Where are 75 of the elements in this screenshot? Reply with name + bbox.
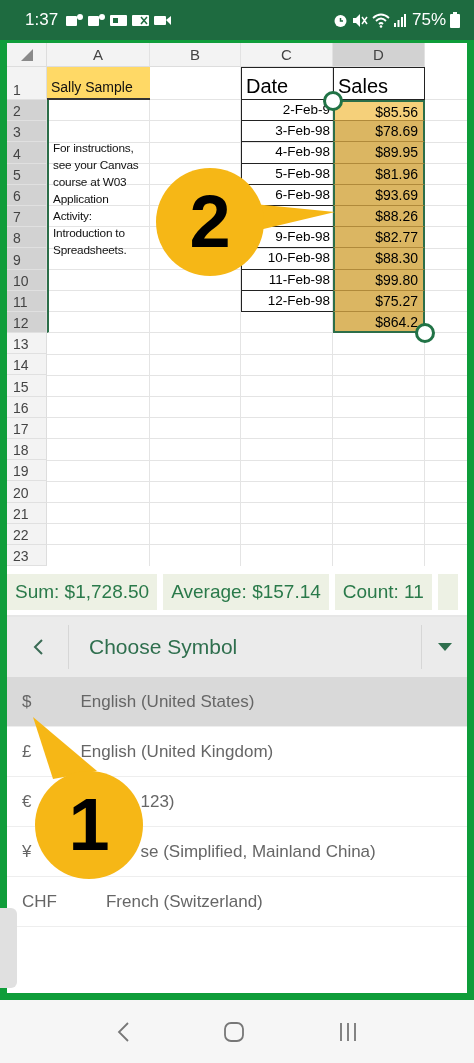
row-number[interactable]: 6 [7, 184, 47, 206]
app-icon [66, 13, 85, 27]
column-header[interactable]: A [47, 43, 150, 67]
caret-icon [437, 643, 452, 651]
locale-label: English (United Kingdom) [80, 741, 274, 762]
row-number[interactable]: 23 [7, 544, 47, 567]
row-number[interactable]: 10 [7, 269, 47, 291]
alarm-clock-icon [332, 12, 348, 28]
column-header[interactable]: D [333, 43, 425, 67]
sales-cell: $88.30 [333, 248, 425, 270]
locale-label: English (United States) [80, 691, 255, 712]
battery-percent: 75% [411, 10, 446, 30]
row-number[interactable]: 5 [7, 163, 47, 185]
row-number[interactable]: 9 [7, 248, 47, 270]
row-number[interactable]: 13 [7, 333, 47, 355]
summary-chip: Sum: $1,728.50 [7, 573, 158, 610]
row-number[interactable]: 18 [7, 439, 47, 461]
panel-title: Choose Symbol [88, 635, 239, 659]
currency-symbol: ¥ [22, 841, 32, 862]
sales-cell: $93.69 [333, 184, 425, 206]
sales-cell: $75.27 [333, 290, 425, 312]
row-number[interactable]: 15 [7, 375, 47, 397]
video-camera-icon [154, 13, 173, 27]
instructions-note: For instructions, see your Canvas course at W03 Application Activity: Introduction to Spreadsheets. [52, 140, 140, 259]
name-cell: Sally Sample [47, 67, 150, 100]
sales-cell: $89.95 [333, 142, 425, 164]
row-number[interactable]: 17 [7, 417, 47, 439]
currency-symbol: CHF [22, 891, 57, 912]
row-number[interactable]: 3 [7, 121, 47, 143]
row-number[interactable]: 2 [7, 100, 47, 122]
row-number[interactable]: 7 [7, 205, 47, 228]
sales-cell: $99.80 [333, 269, 425, 291]
back-icon[interactable] [116, 1020, 131, 1043]
locale-label: French (Switzerland) [105, 891, 263, 912]
sales-cell: $82.77 [333, 227, 425, 249]
locale-label: se (Simplified, Mainland China) [139, 841, 376, 862]
app-icon [88, 13, 107, 27]
corner-triangle-icon [20, 48, 33, 61]
signal-icon [393, 13, 406, 27]
mute-icon [351, 12, 368, 28]
row-number[interactable]: 14 [7, 354, 47, 376]
row-number[interactable]: 20 [7, 481, 47, 503]
locale-label: 123) [139, 791, 175, 812]
wifi-icon [371, 12, 390, 28]
sales-cell: $88.26 [333, 205, 425, 228]
row-number[interactable]: 4 [7, 142, 47, 164]
column-header[interactable]: C [241, 43, 333, 67]
sales-cell: $81.96 [333, 163, 425, 185]
clock-time: 1:37 [25, 10, 59, 30]
row-number[interactable]: 16 [7, 396, 47, 418]
row-number[interactable]: 1 [7, 67, 47, 100]
home-icon[interactable] [223, 1020, 245, 1043]
currency-symbol: € [22, 791, 32, 812]
back-chevron-icon [31, 638, 44, 656]
summary-chip: Count: 11 [334, 573, 432, 610]
row-number[interactable]: 22 [7, 523, 47, 545]
sales-cell: $85.56 [333, 100, 425, 122]
currency-symbol: $ [22, 691, 32, 712]
currency-item[interactable]: $ English (United States) [7, 677, 467, 727]
sales-cell: $78.69 [333, 121, 425, 143]
summary-chip: Average: $157.14 [163, 573, 329, 610]
column-header[interactable]: B [150, 43, 241, 67]
mail-icon [110, 13, 129, 27]
select-all-corner[interactable] [7, 43, 47, 67]
row-number[interactable]: 19 [7, 460, 47, 482]
sales-header: Sales [333, 67, 425, 100]
row-number[interactable]: 21 [7, 502, 47, 524]
summary-chip-edge [437, 573, 458, 610]
recent-apps-icon[interactable] [337, 1021, 358, 1042]
mail-icon [132, 13, 151, 27]
row-number[interactable]: 8 [7, 227, 47, 249]
row-number[interactable]: 11 [7, 290, 47, 312]
battery-icon [450, 12, 460, 28]
currency-symbol: £ [22, 741, 32, 762]
row-number[interactable]: 12 [7, 311, 47, 334]
